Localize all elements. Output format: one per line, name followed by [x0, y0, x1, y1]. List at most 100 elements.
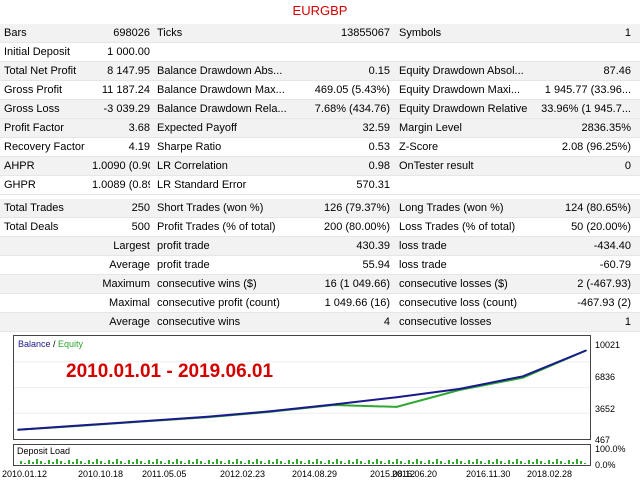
table-row: Maximum consecutive wins ($) 16 (1 049.66)… — [0, 275, 640, 294]
deposit-load-bar — [384, 463, 386, 464]
deposit-load-bar — [444, 463, 446, 464]
deposit-load-bar — [32, 462, 34, 464]
y-label-0: 10021 — [595, 340, 621, 350]
deposit-load-bar — [508, 460, 510, 464]
row-label-1: Average — [109, 259, 150, 271]
deposit-load-bar — [104, 463, 106, 464]
deposit-load-bar — [424, 463, 426, 464]
row-value-2: 55.94 — [362, 259, 390, 271]
deposit-load-bar — [24, 463, 26, 464]
row-label-2: profit trade — [157, 259, 210, 271]
row-label-2: Balance Drawdown Rela... — [157, 103, 287, 115]
deposit-load-bar — [280, 461, 282, 464]
deposit-load-bar — [28, 460, 30, 464]
row-label-1: Largest — [113, 240, 150, 252]
deposit-load-bar — [524, 463, 526, 464]
deposit-load-bar — [416, 459, 418, 464]
row-label-3: Margin Level — [399, 122, 462, 134]
deposit-load-bar — [352, 462, 354, 464]
row-value-1: 11 187.24 — [101, 84, 150, 96]
deposit-load-bar — [20, 461, 22, 464]
deposit-load-bar — [484, 463, 486, 464]
deposit-load-bar — [232, 462, 234, 464]
deposit-load-bar — [168, 460, 170, 464]
deposit-load-bar — [224, 463, 226, 464]
row-value-2: 570.31 — [356, 179, 390, 191]
row-value-3: 2836.35% — [581, 122, 631, 134]
deposit-load-bar — [244, 463, 246, 464]
row-value-3: 124 (80.65%) — [564, 202, 631, 214]
x-tick-label: 2011.05.05 — [142, 469, 187, 479]
deposit-load-bar — [388, 460, 390, 464]
x-tick-label: 2014.08.29 — [292, 469, 338, 479]
deposit-load-bar — [328, 460, 330, 464]
deposit-load-bar — [468, 460, 470, 464]
deposit-load-bar — [36, 459, 38, 464]
row-label-2: Sharpe Ratio — [157, 141, 222, 153]
deposit-load-bar — [520, 461, 522, 464]
row-label-1: Recovery Factor — [4, 141, 85, 153]
row-value-1: 1 000.00 — [107, 46, 150, 58]
deposit-load-bar — [240, 461, 242, 464]
deposit-load-bar — [548, 460, 550, 464]
deposit-load-bar — [96, 459, 98, 464]
table-row: Maximal consecutive profit (count) 1 049.6… — [0, 294, 640, 313]
row-value-2: 430.39 — [356, 240, 390, 252]
row-label-1: Bars — [4, 27, 27, 39]
row-value-3: 0 — [624, 160, 631, 172]
deposit-load-bar — [72, 462, 74, 464]
row-value-1: 1.0089 (0.89%) — [92, 179, 150, 191]
deposit-load-bar — [532, 462, 534, 464]
row-label-3: consecutive losses — [399, 316, 492, 328]
deposit-load-bar — [80, 461, 82, 464]
row-label-1: GHPR — [4, 179, 36, 191]
deposit-load-bar — [336, 459, 338, 464]
row-label-1: Average — [109, 316, 150, 328]
row-label-2: Expected Payoff — [157, 122, 237, 134]
row-value-2: 0.53 — [368, 141, 390, 153]
deposit-load-bar — [408, 460, 410, 464]
deposit-load-bar — [252, 462, 254, 464]
deposit-load-bar — [584, 463, 586, 464]
deposit-load-bar — [428, 460, 430, 464]
row-value-2: 469.05 (5.43%) — [314, 84, 390, 96]
deposit-load-bar — [84, 463, 86, 464]
row-label-3: Equity Drawdown Maxi... — [399, 84, 521, 96]
deposit-load-bar — [376, 459, 378, 464]
deposit-load-bar — [216, 459, 218, 464]
deposit-load-bar — [264, 463, 266, 464]
deposit-load-bar — [432, 462, 434, 464]
x-tick-label: 2016.06.20 — [392, 469, 438, 479]
date-range-overlay: 2010.01.01 - 2019.06.01 — [66, 361, 274, 382]
deposit-load-bar — [344, 463, 346, 464]
deposit-load-bar — [228, 460, 230, 464]
deposit-load-bar — [332, 462, 334, 464]
x-tick-label: 2012.02.23 — [220, 469, 266, 479]
row-value-3: -434.40 — [593, 240, 631, 252]
x-tick-label: 2018.02.28 — [527, 469, 573, 479]
row-label-2: consecutive wins ($) — [157, 278, 257, 290]
deposit-load-bar — [396, 459, 398, 464]
balance-point — [522, 375, 524, 378]
row-value-2: 0.98 — [368, 160, 390, 172]
deposit-load-bar — [420, 461, 422, 464]
row-label-2: Balance Drawdown Max... — [157, 84, 285, 96]
deposit-load-bar — [572, 462, 574, 464]
deposit-load-bar — [100, 461, 102, 464]
row-label-3: Equity Drawdown Absol... — [399, 65, 524, 77]
balance-point — [585, 349, 587, 352]
deposit-load-bar — [60, 461, 62, 464]
deposit-load-bar — [176, 459, 178, 464]
row-value-1: 250 — [131, 202, 150, 214]
row-value-3: 2.08 (96.25%) — [561, 141, 631, 153]
deposit-load-bar — [284, 463, 286, 464]
deposit-load-bar — [556, 459, 558, 464]
deposit-load-bar — [544, 463, 546, 464]
deposit-load-bar — [260, 461, 262, 464]
deposit-load-bar — [516, 459, 518, 464]
deposit-load-bar — [472, 462, 474, 464]
deposit-load-bar — [372, 462, 374, 464]
row-label-2: consecutive wins — [157, 316, 241, 328]
deposit-load-bar — [88, 460, 90, 464]
table-row: Gross Loss -3 039.29 Balance Drawdown Rela… — [0, 100, 640, 119]
